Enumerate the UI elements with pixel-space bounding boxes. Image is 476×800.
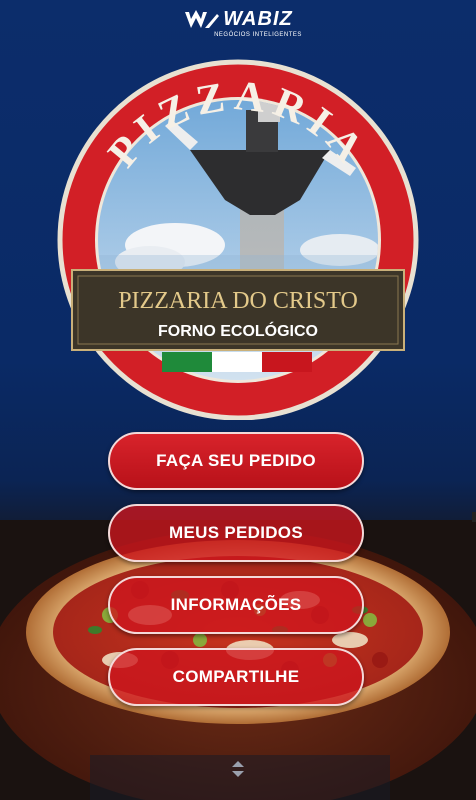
pizzaria-logo: PIZZARIA PIZZARIA DO CRISTO FORNO ECOLÓG… xyxy=(57,59,419,420)
share-button[interactable]: COMPARTILHE xyxy=(108,648,364,706)
logo-subtitle: FORNO ECOLÓGICO xyxy=(158,321,318,340)
logo-name: PIZZARIA DO CRISTO xyxy=(118,288,358,314)
information-button[interactable]: INFORMAÇÕES xyxy=(108,576,364,634)
side-scroll-indicator xyxy=(472,512,476,522)
flag-red xyxy=(262,352,312,372)
expand-handle-icon[interactable] xyxy=(228,758,248,780)
my-orders-button[interactable]: MEUS PEDIDOS xyxy=(108,504,364,562)
flag-green xyxy=(162,352,212,372)
flag-white xyxy=(212,352,262,372)
place-order-button[interactable]: FAÇA SEU PEDIDO xyxy=(108,432,364,490)
